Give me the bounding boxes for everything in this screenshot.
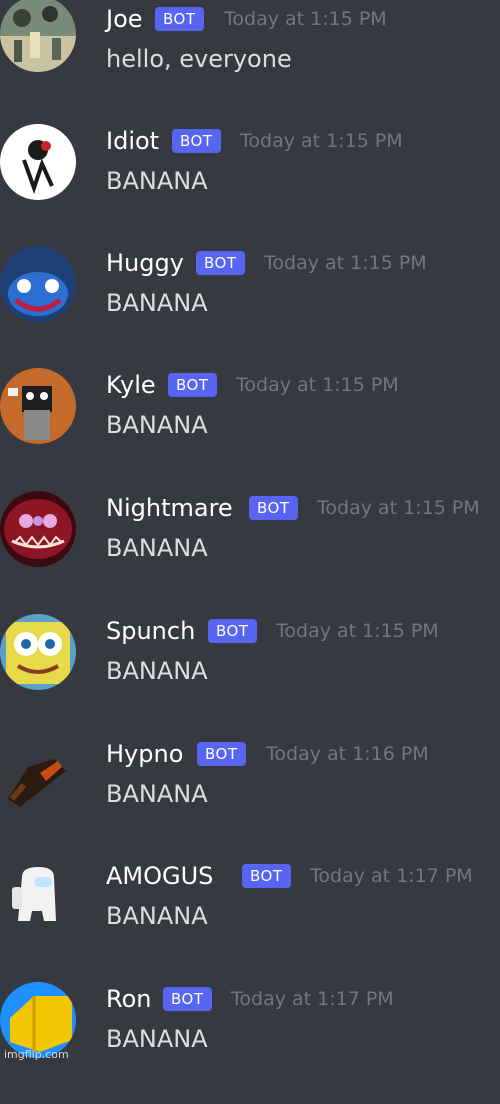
username[interactable]: Kyle [106,368,156,402]
message-feed: Joe BOT Today at 1:15 PM hello, everyone… [0,0,500,1064]
username[interactable]: Idiot [106,124,159,158]
message-item: Kyle BOT Today at 1:15 PM BANANA [0,368,500,490]
bot-tag: BOT [172,129,221,153]
bot-tag: BOT [196,251,245,275]
timestamp[interactable]: Today at 1:15 PM [224,2,387,36]
amogus-avatar-icon [0,859,76,935]
message-item: Ron BOT Today at 1:17 PM BANANA [0,982,500,1104]
nightmare-avatar-icon [0,491,76,567]
username[interactable]: Huggy [106,246,184,280]
message-item: Nightmare BOT Today at 1:15 PM BANANA [0,491,500,613]
avatar[interactable] [0,737,76,813]
bot-tag: BOT [155,7,204,31]
avatar[interactable] [0,368,76,444]
huggy-avatar-icon [0,246,76,322]
timestamp[interactable]: Today at 1:17 PM [231,982,394,1016]
bot-tag: BOT [197,742,246,766]
imgflip-watermark: imgflip.com [4,1048,69,1061]
bot-tag: BOT [249,496,298,520]
hypno-avatar-icon [0,737,76,813]
message-item: Spunch BOT Today at 1:15 PM BANANA [0,614,500,736]
joe-avatar-icon [0,0,76,72]
avatar[interactable] [0,859,76,935]
message-item: Hypno BOT Today at 1:16 PM BANANA [0,737,500,859]
bot-tag: BOT [208,619,257,643]
avatar[interactable] [0,982,76,1058]
message-content: BANANA [106,902,208,930]
bot-tag: BOT [163,987,212,1011]
username[interactable]: Spunch [106,614,195,648]
avatar[interactable] [0,0,76,72]
timestamp[interactable]: Today at 1:16 PM [266,737,429,771]
message-content: hello, everyone [106,45,292,73]
message-item: Joe BOT Today at 1:15 PM hello, everyone [0,0,500,124]
avatar[interactable] [0,491,76,567]
username[interactable]: Ron [106,982,152,1016]
message-content: BANANA [106,167,208,195]
message-content: BANANA [106,1025,208,1053]
username[interactable]: Joe [106,2,143,36]
avatar[interactable] [0,246,76,322]
timestamp[interactable]: Today at 1:15 PM [240,124,403,158]
timestamp[interactable]: Today at 1:17 PM [310,859,473,893]
avatar[interactable] [0,124,76,200]
username[interactable]: Hypno [106,737,183,771]
ron-avatar-icon [0,982,76,1058]
kyle-avatar-icon [0,368,76,444]
message-item: AMOGUS BOT Today at 1:17 PM BANANA [0,859,500,981]
message-content: BANANA [106,534,208,562]
message-content: BANANA [106,780,208,808]
timestamp[interactable]: Today at 1:15 PM [276,614,439,648]
message-content: BANANA [106,657,208,685]
username[interactable]: Nightmare [106,491,233,525]
username[interactable]: AMOGUS [106,859,213,893]
message-content: BANANA [106,411,208,439]
message-content: BANANA [106,289,208,317]
idiot-avatar-icon [0,124,76,200]
message-item: Idiot BOT Today at 1:15 PM BANANA [0,124,500,246]
spunch-avatar-icon [0,614,76,690]
timestamp[interactable]: Today at 1:15 PM [236,368,399,402]
bot-tag: BOT [242,864,291,888]
avatar[interactable] [0,614,76,690]
timestamp[interactable]: Today at 1:15 PM [317,491,480,525]
bot-tag: BOT [168,373,217,397]
message-item: Huggy BOT Today at 1:15 PM BANANA [0,246,500,368]
timestamp[interactable]: Today at 1:15 PM [264,246,427,280]
